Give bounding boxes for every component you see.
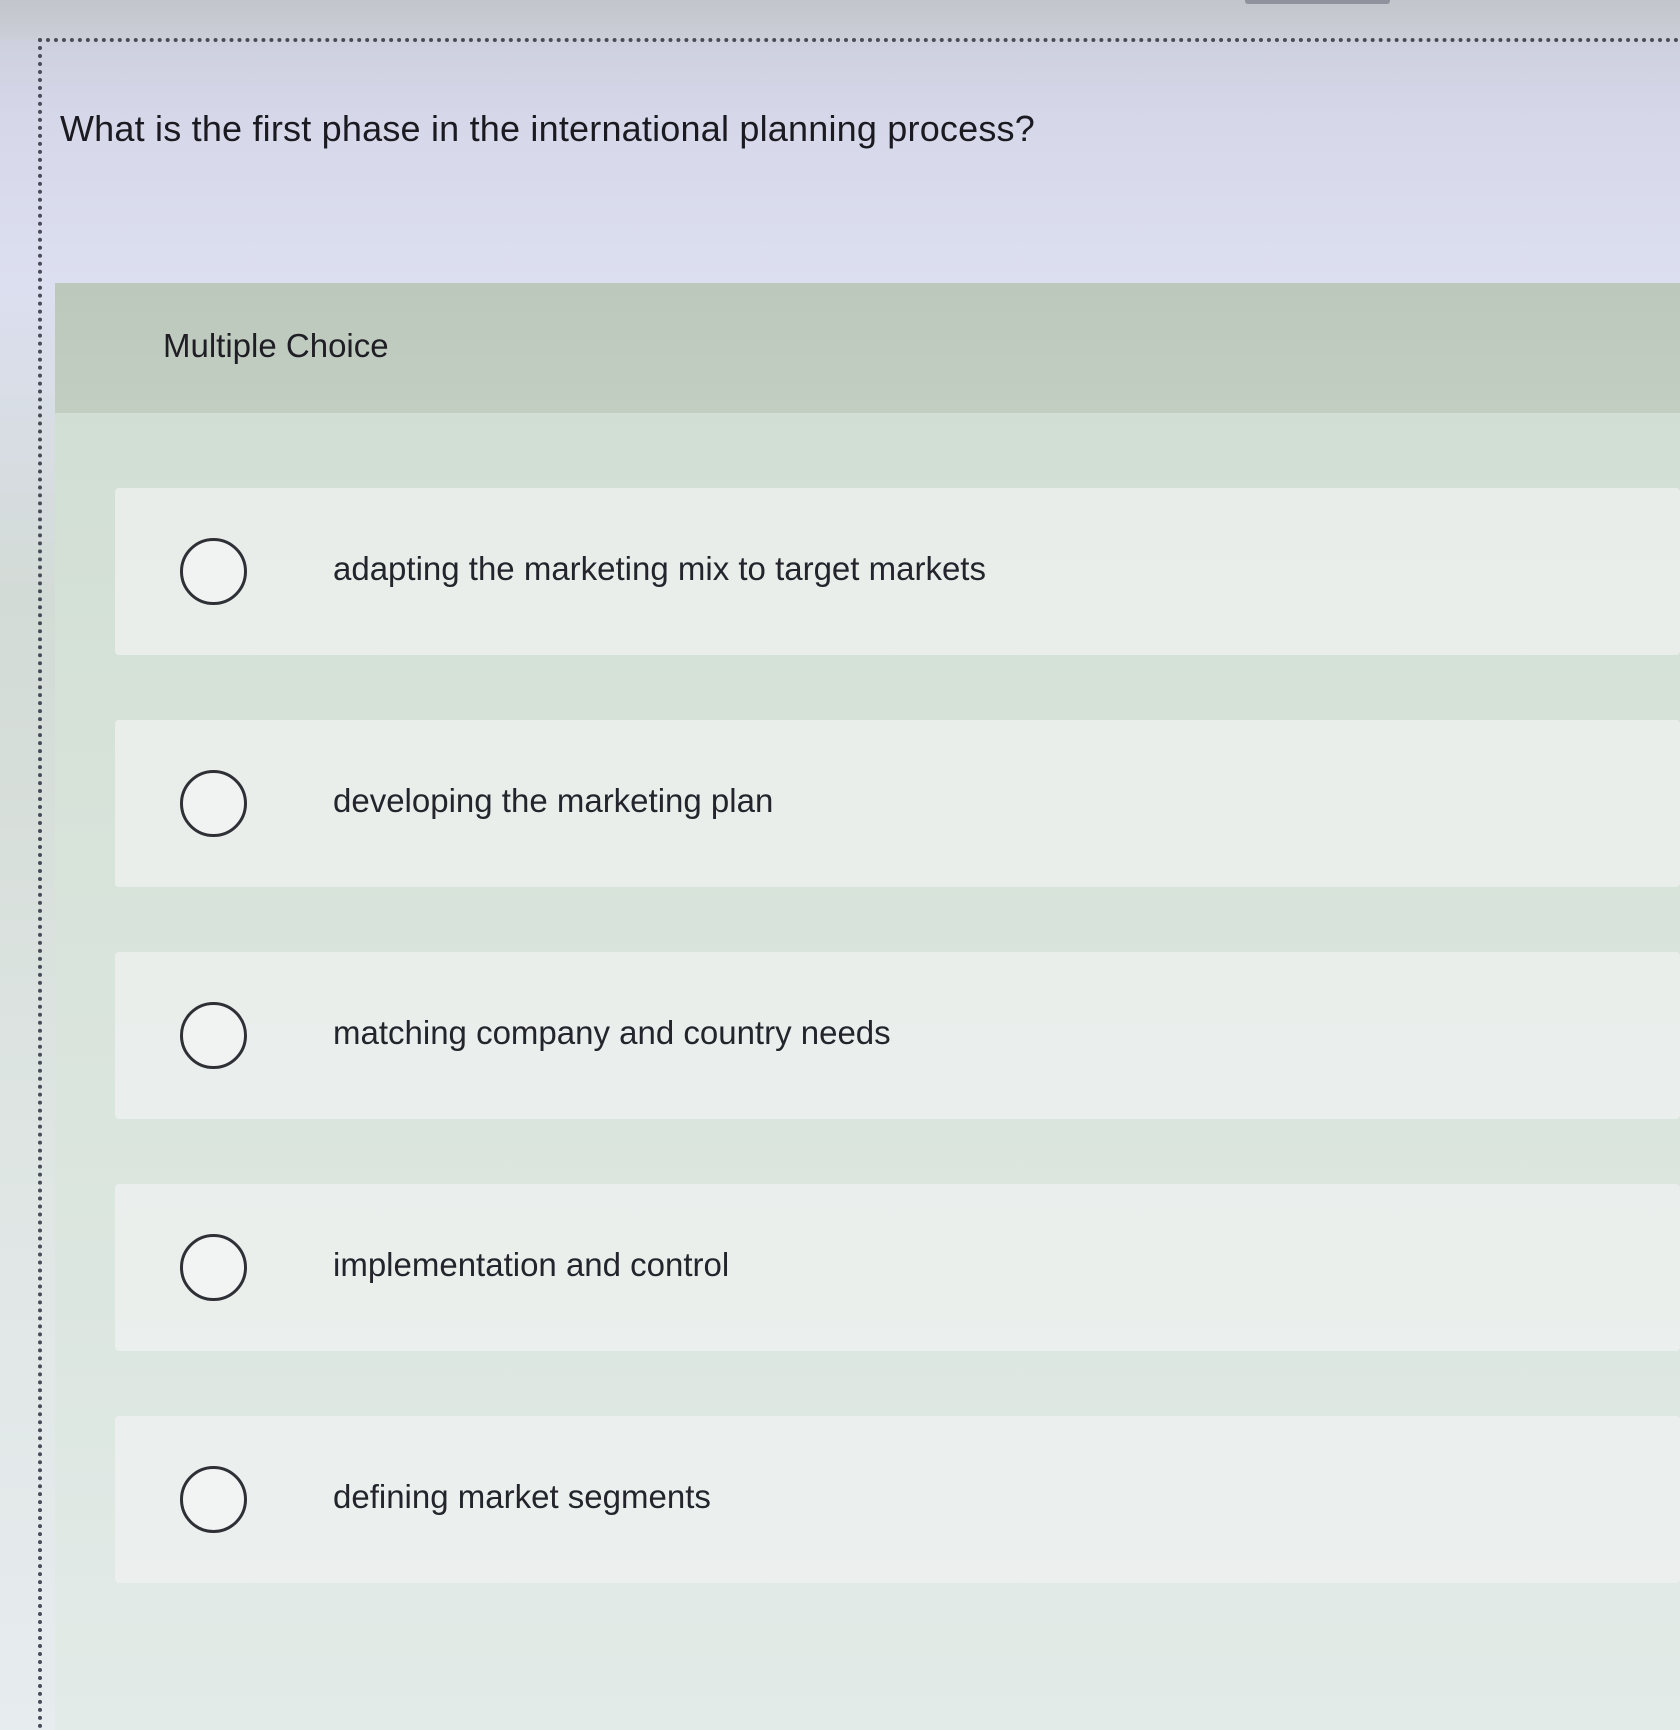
answer-option-label: implementation and control (333, 1246, 730, 1283)
answer-options: adapting the marketing mix to target mar… (115, 488, 1680, 1648)
radio-button-icon[interactable] (180, 1466, 247, 1533)
answer-option-1[interactable]: adapting the marketing mix to target mar… (115, 488, 1680, 655)
answer-option-label: adapting the marketing mix to target mar… (333, 550, 986, 587)
question-type-label: Multiple Choice (163, 327, 389, 364)
radio-button-icon[interactable] (180, 1234, 247, 1301)
radio-button-icon[interactable] (180, 770, 247, 837)
question-text: What is the first phase in the internati… (60, 108, 1035, 149)
radio-button-icon[interactable] (180, 1002, 247, 1069)
top-tab-indicator (1245, 0, 1390, 4)
answer-option-4[interactable]: implementation and control (115, 1184, 1680, 1351)
answer-option-label: developing the marketing plan (333, 782, 774, 819)
answer-option-5[interactable]: defining market segments (115, 1416, 1680, 1583)
multiple-choice-panel: Multiple Choice adapting the marketing m… (55, 283, 1680, 1730)
radio-button-icon[interactable] (180, 538, 247, 605)
answer-option-label: matching company and country needs (333, 1014, 891, 1051)
answer-option-2[interactable]: developing the marketing plan (115, 720, 1680, 887)
multiple-choice-header: Multiple Choice (55, 283, 1680, 413)
answer-option-3[interactable]: matching company and country needs (115, 952, 1680, 1119)
browser-top-strip (0, 0, 1680, 40)
answer-option-label: defining market segments (333, 1478, 711, 1515)
